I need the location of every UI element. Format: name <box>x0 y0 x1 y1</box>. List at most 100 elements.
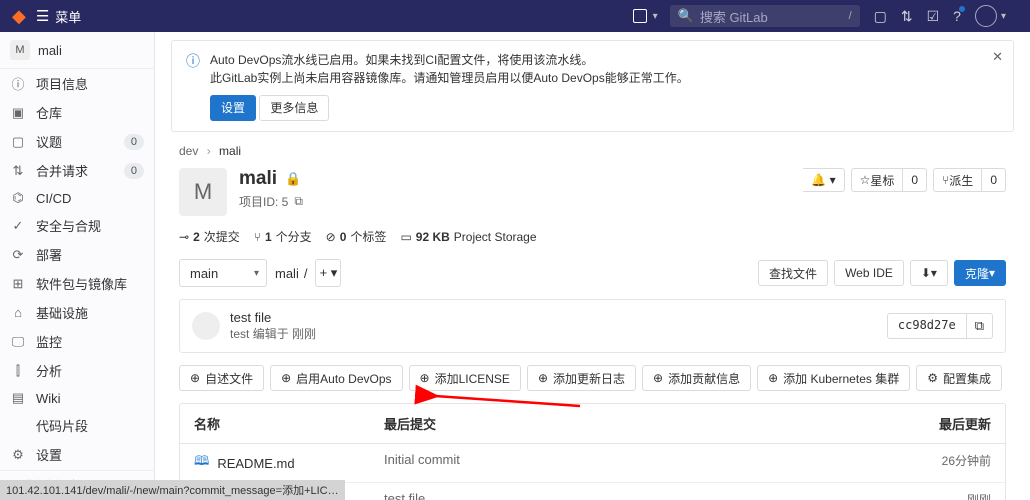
help-icon[interactable]: ? <box>953 8 961 24</box>
chevron-down-icon[interactable]: ▾ <box>653 11 658 22</box>
sidebar-item[interactable]: 🖵监控 <box>0 327 154 356</box>
quick-action-button[interactable]: ⊕添加 Kubernetes 集群 <box>757 365 910 391</box>
search-input[interactable]: 🔍 搜索 GitLab / <box>670 5 860 27</box>
sidebar-icon: ✓ <box>10 218 26 234</box>
copy-id-icon[interactable]: ⧉ <box>294 194 303 209</box>
user-menu-chevron-icon[interactable]: ▾ <box>1001 11 1006 22</box>
last-commit: test file test 编辑于 刚刚 cc98d27e ⧉ <box>179 299 1006 353</box>
project-id: 项目ID: 5 <box>239 193 288 210</box>
fork-button[interactable]: ⑂ 派生 <box>933 168 982 192</box>
sidebar-icon: 🖵 <box>10 334 26 350</box>
storage-stat[interactable]: ▭ 92 KBProject Storage <box>400 228 536 245</box>
sidebar-icon: ⌬ <box>10 190 26 206</box>
sidebar-icon: ▣ <box>10 105 26 121</box>
fork-count: 0 <box>982 168 1006 192</box>
lock-icon: 🔒 <box>285 171 301 187</box>
sidebar-item[interactable]: ▣仓库 <box>0 98 154 127</box>
sidebar-item[interactable]: ⓘ项目信息 <box>0 69 154 98</box>
branch-select[interactable]: main <box>179 259 267 287</box>
col-name: 名称 <box>194 414 384 433</box>
sidebar-icon: ⚙ <box>10 447 26 463</box>
quick-action-button[interactable]: ⊕添加LICENSE <box>409 365 521 391</box>
topbar: ◆ ☰ 菜单 ▾ 🔍 搜索 GitLab / ▢ ⇅ ☑ ? ▾ <box>0 0 1030 32</box>
sidebar-icon: ▢ <box>10 134 26 150</box>
sidebar-icon: ⓘ <box>10 74 26 93</box>
col-commit: 最后提交 <box>384 414 901 433</box>
merge-requests-icon[interactable]: ⇅ <box>901 8 913 25</box>
star-count: 0 <box>903 168 927 192</box>
sidebar-item[interactable]: ⚙设置 <box>0 440 154 469</box>
project-avatar-large: M <box>179 168 227 216</box>
sidebar-item[interactable]: 代码片段 <box>0 411 154 440</box>
commit-title[interactable]: test file <box>230 310 316 325</box>
user-avatar[interactable] <box>975 5 997 27</box>
sidebar-item[interactable]: ▢议题0 <box>0 127 154 156</box>
copy-sha-icon[interactable]: ⧉ <box>967 313 993 339</box>
todo-icon[interactable]: ☑ <box>927 8 940 25</box>
sidebar-icon: ⟳ <box>10 247 26 263</box>
path-root[interactable]: mali <box>275 266 299 281</box>
breadcrumb: dev › mali <box>179 144 1006 158</box>
clone-button[interactable]: 克隆 ▾ <box>954 260 1006 286</box>
sidebar-project[interactable]: M mali <box>0 32 154 69</box>
sidebar: M mali ⓘ项目信息▣仓库▢议题0⇅合并请求0⌬CI/CD✓安全与合规⟳部署… <box>0 32 155 500</box>
file-icon: 🕮 <box>194 452 209 474</box>
project-avatar: M <box>10 40 30 60</box>
quick-actions: ⊕自述文件⊕启用Auto DevOps ⊕添加LICENSE⊕添加更新日志⊕添加贡… <box>179 365 1006 391</box>
menu-label[interactable]: 菜单 <box>55 7 81 26</box>
sidebar-icon: ⇅ <box>10 163 26 179</box>
col-updated: 最后更新 <box>901 414 991 433</box>
quick-action-button[interactable]: ⊕添加更新日志 <box>527 365 636 391</box>
commits-stat[interactable]: ⊸ 2次提交 <box>179 228 240 245</box>
alert-line2: 此GitLab实例上尚未启用容器镜像库。请通知管理员启用以便Auto DevOp… <box>210 69 689 87</box>
sidebar-item[interactable]: ⌂基础设施 <box>0 298 154 327</box>
sidebar-item[interactable]: ⊞软件包与镜像库 <box>0 269 154 298</box>
devops-alert: ⓘ Auto DevOps流水线已启用。如果未找到CI配置文件，将使用该流水线。… <box>171 40 1014 132</box>
sidebar-item[interactable]: ✓安全与合规 <box>0 211 154 240</box>
browser-statusbar: 101.42.101.141/dev/mali/-/new/main?commi… <box>0 480 345 500</box>
hamburger-icon[interactable]: ☰ <box>36 7 49 25</box>
quick-action-button[interactable]: ⚙配置集成 <box>916 365 1002 391</box>
alert-line1: Auto DevOps流水线已启用。如果未找到CI配置文件，将使用该流水线。 <box>210 51 689 69</box>
star-button[interactable]: ☆ 星标 <box>851 168 904 192</box>
breadcrumb-project[interactable]: mali <box>219 144 241 158</box>
issues-icon[interactable]: ▢ <box>874 8 887 25</box>
alert-more-button[interactable]: 更多信息 <box>259 95 329 121</box>
tags-stat[interactable]: ⊘ 0个标签 <box>326 228 387 245</box>
new-project-icon[interactable] <box>633 9 647 23</box>
notification-dropdown[interactable]: 🔔 ▾ <box>803 168 844 192</box>
sidebar-icon: ⌂ <box>10 305 26 320</box>
project-stats: ⊸ 2次提交 ⑂ 1个分支 ⊘ 0个标签 ▭ 92 KBProject Stor… <box>179 228 1006 245</box>
gitlab-logo-icon[interactable]: ◆ <box>12 6 26 27</box>
search-placeholder: 搜索 GitLab <box>700 7 768 26</box>
download-button[interactable]: ⬇ ▾ <box>910 260 948 286</box>
commit-sha[interactable]: cc98d27e <box>887 313 967 339</box>
quick-action-button[interactable]: ⊕添加贡献信息 <box>642 365 751 391</box>
quick-action-button[interactable]: ⊕启用Auto DevOps <box>270 365 402 391</box>
web-ide-button[interactable]: Web IDE <box>834 260 904 286</box>
sidebar-item[interactable]: ▤Wiki <box>0 385 154 411</box>
sidebar-item[interactable]: ⌬CI/CD <box>0 185 154 211</box>
commit-avatar <box>192 312 220 340</box>
project-title: mali 🔒 <box>239 168 303 190</box>
file-row[interactable]: 🕮README.mdInitial commit26分钟前 <box>180 444 1005 483</box>
find-file-button[interactable]: 查找文件 <box>758 260 828 286</box>
sidebar-item[interactable]: ⫿分析 <box>0 356 154 385</box>
alert-settings-button[interactable]: 设置 <box>210 95 256 121</box>
main: ⓘ Auto DevOps流水线已启用。如果未找到CI配置文件，将使用该流水线。… <box>155 32 1030 500</box>
sidebar-item[interactable]: ⟳部署 <box>0 240 154 269</box>
quick-action-button[interactable]: ⊕自述文件 <box>179 365 264 391</box>
alert-close-icon[interactable]: ✕ <box>992 49 1003 65</box>
breadcrumb-dev[interactable]: dev <box>179 144 198 158</box>
branches-stat[interactable]: ⑂ 1个分支 <box>254 228 312 245</box>
search-kbd: / <box>849 10 852 22</box>
sidebar-badge: 0 <box>124 134 144 150</box>
sidebar-badge: 0 <box>124 163 144 179</box>
project-name: mali <box>38 43 62 58</box>
sidebar-icon: ⊞ <box>10 276 26 292</box>
info-icon: ⓘ <box>186 51 200 121</box>
sidebar-icon: ▤ <box>10 390 26 406</box>
sidebar-icon: ⫿ <box>10 363 26 379</box>
sidebar-item[interactable]: ⇅合并请求0 <box>0 156 154 185</box>
add-file-button[interactable]: + ▾ <box>315 259 341 287</box>
